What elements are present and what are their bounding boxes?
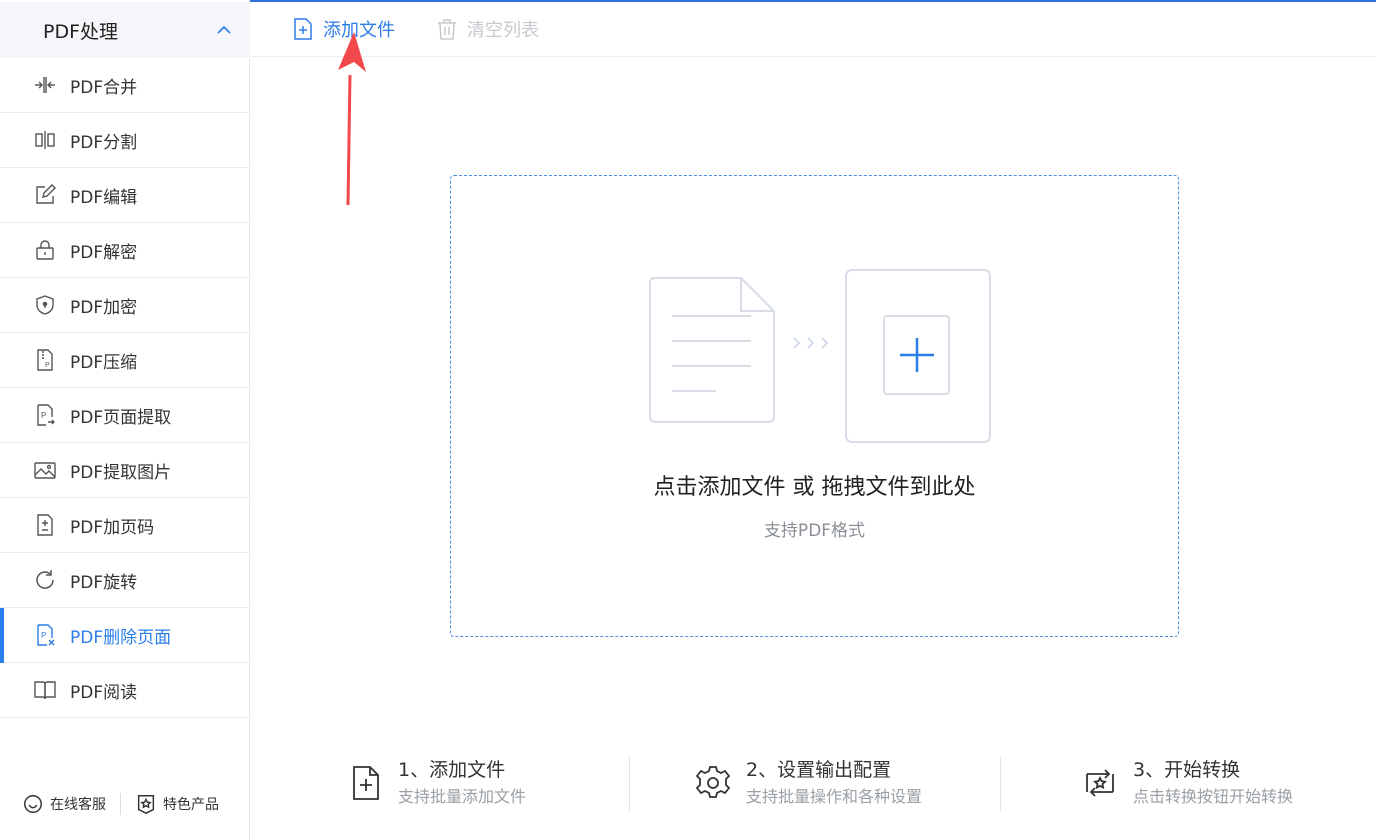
step-title: 3、开始转换 [1133, 759, 1241, 781]
sidebar-item-label: PDF旋转 [70, 572, 138, 593]
sidebar-item-label: PDF提取图片 [70, 462, 172, 483]
image-extract-icon [32, 457, 58, 483]
rotate-icon [32, 567, 58, 593]
sidebar-item-label: PDF压缩 [70, 352, 138, 373]
sidebar-item-split[interactable]: PDF分割 [0, 113, 250, 168]
steps-bar: 1、添加文件 支持批量添加文件 2、设置输出配置 支持批量操作和各种设置 3、开… [251, 756, 1376, 816]
add-file-icon [353, 766, 379, 800]
sidebar-item-label: PDF删除页面 [70, 627, 172, 648]
online-service-button[interactable]: 在线客服 [22, 793, 106, 815]
step-desc: 点击转换按钮开始转换 [1133, 787, 1294, 806]
step-divider [1000, 756, 1001, 812]
book-icon [32, 677, 58, 703]
step-convert: 3、开始转换 点击转换按钮开始转换 [1081, 756, 1293, 816]
sidebar-item-compress[interactable]: P PDF压缩 [0, 333, 250, 388]
trash-icon [438, 19, 456, 40]
sidebar-item-label: PDF阅读 [70, 682, 138, 703]
sidebar-item-label: PDF解密 [70, 242, 138, 263]
add-file-icon [294, 18, 312, 40]
sidebar-item-encrypt[interactable]: PDF加密 [0, 278, 250, 333]
sidebar-item-page-extract[interactable]: P PDF页面提取 [0, 388, 250, 443]
sidebar-item-label: PDF加页码 [70, 517, 155, 538]
step-title: 2、设置输出配置 [746, 759, 892, 781]
page-extract-icon: P [32, 402, 58, 428]
gear-icon [695, 766, 731, 798]
shield-lock-icon [32, 292, 58, 318]
add-file-illustration [649, 269, 991, 443]
sidebar-footer: 在线客服 特色产品 [0, 776, 250, 832]
sidebar-item-edit[interactable]: PDF编辑 [0, 168, 250, 223]
page-number-icon [32, 512, 58, 538]
clear-list-label: 清空列表 [467, 20, 539, 41]
delete-page-icon: P [32, 622, 58, 648]
sidebar-menu: PDF合并 PDF分割 PDF编辑 PDF解密 PDF加密 P PDF压缩 P … [0, 58, 250, 718]
sidebar-item-label: PDF分割 [70, 132, 138, 153]
smile-icon [24, 795, 42, 813]
sidebar-item-rotate[interactable]: PDF旋转 [0, 553, 250, 608]
online-service-label: 在线客服 [50, 797, 106, 813]
toolbar: 添加文件 清空列表 [251, 2, 1376, 57]
sidebar-item-delete-page[interactable]: P PDF删除页面 [0, 608, 250, 663]
sidebar-item-read[interactable]: PDF阅读 [0, 663, 250, 718]
edit-icon [32, 182, 58, 208]
sidebar-header-title: PDF处理 [43, 20, 119, 43]
clear-list-button[interactable]: 清空列表 [435, 16, 539, 42]
unlock-icon [32, 237, 58, 263]
svg-text:P: P [41, 631, 46, 640]
sidebar-item-label: PDF加密 [70, 297, 138, 318]
sidebar-item-label: PDF合并 [70, 77, 138, 98]
annotation-arrow-icon [338, 32, 366, 206]
sidebar-item-decrypt[interactable]: PDF解密 [0, 223, 250, 278]
sidebar-header[interactable]: PDF处理 [0, 2, 250, 58]
merge-icon [32, 72, 58, 98]
drop-zone-title: 点击添加文件 或 拖拽文件到此处 [653, 475, 976, 500]
footer-divider [120, 793, 121, 815]
step-divider [629, 756, 630, 812]
sidebar-item-image-extract[interactable]: PDF提取图片 [0, 443, 250, 498]
compress-icon: P [32, 347, 58, 373]
sidebar-item-merge[interactable]: PDF合并 [0, 58, 250, 113]
split-icon [32, 127, 58, 153]
file-drop-zone[interactable]: 点击添加文件 或 拖拽文件到此处 支持PDF格式 [450, 175, 1179, 637]
sidebar: PDF处理 PDF合并 PDF分割 PDF编辑 PDF解密 PDF加密 P PD… [0, 0, 250, 840]
convert-icon [1086, 769, 1114, 797]
star-badge-icon [137, 795, 155, 814]
step-settings: 2、设置输出配置 支持批量操作和各种设置 [694, 756, 922, 816]
step-desc: 支持批量添加文件 [398, 787, 527, 806]
featured-products-button[interactable]: 特色产品 [135, 793, 219, 815]
step-desc: 支持批量操作和各种设置 [746, 787, 923, 806]
chevron-up-icon[interactable] [216, 22, 232, 38]
step-add-file: 1、添加文件 支持批量添加文件 [346, 756, 526, 816]
svg-text:P: P [41, 411, 46, 420]
sidebar-item-label: PDF编辑 [70, 187, 138, 208]
sidebar-item-label: PDF页面提取 [70, 407, 172, 428]
sidebar-item-page-number[interactable]: PDF加页码 [0, 498, 250, 553]
featured-products-label: 特色产品 [163, 797, 219, 813]
step-title: 1、添加文件 [398, 759, 506, 781]
drop-zone-hint: 支持PDF格式 [763, 521, 866, 541]
svg-text:P: P [45, 362, 50, 369]
